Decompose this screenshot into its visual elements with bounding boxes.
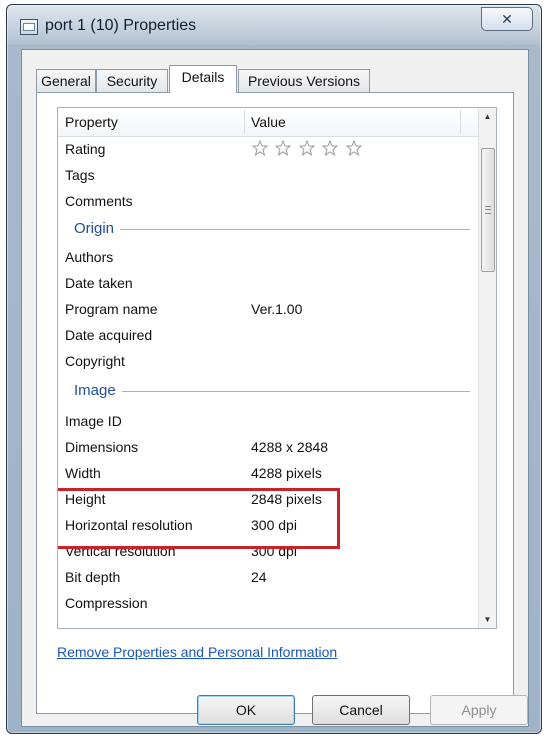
scroll-up-arrow-icon[interactable]: ▲ — [479, 108, 496, 125]
property-name: Width — [65, 465, 101, 481]
star-icon[interactable] — [275, 140, 292, 156]
property-name: Rating — [65, 141, 106, 157]
tab-details[interactable]: Details — [169, 65, 237, 93]
list-row[interactable]: Copyright — [58, 348, 478, 374]
list-row[interactable]: Comments — [58, 188, 478, 214]
scrollbar-thumb[interactable] — [481, 148, 495, 272]
vertical-scrollbar[interactable]: ▲ ▼ — [478, 108, 496, 628]
resolution-highlight-box — [58, 488, 340, 549]
close-button[interactable]: ✕ — [481, 7, 533, 31]
property-name: Tags — [65, 167, 95, 183]
grip-icon — [485, 206, 491, 214]
cancel-button[interactable]: Cancel — [312, 695, 410, 725]
star-icon[interactable] — [252, 140, 268, 156]
list-row[interactable]: Image ID — [58, 408, 478, 434]
list-row[interactable]: Bit depth 24 — [58, 564, 478, 590]
tab-general[interactable]: General — [36, 69, 96, 92]
property-name: Date acquired — [65, 327, 153, 343]
details-panel: Property Value Rating Tags Comments Orig… — [36, 92, 514, 714]
list-header: Property Value — [58, 108, 478, 137]
column-divider[interactable] — [460, 110, 461, 134]
title-bar[interactable]: port 1 (10) Properties ✕ — [7, 5, 541, 45]
rating-stars[interactable] — [252, 140, 365, 161]
property-name: Dimensions — [65, 439, 139, 455]
group-divider — [74, 229, 470, 230]
list-row[interactable]: Date acquired — [58, 322, 478, 348]
list-row[interactable]: Date taken — [58, 270, 478, 296]
property-name: Comments — [65, 193, 133, 209]
property-value: 4288 x 2848 — [251, 439, 329, 455]
property-name: Image ID — [65, 413, 122, 429]
star-icon[interactable] — [345, 140, 362, 156]
group-label: Image — [74, 378, 122, 404]
list-row[interactable]: Tags — [58, 162, 478, 188]
column-divider[interactable] — [244, 110, 245, 134]
group-divider — [74, 391, 470, 392]
property-name: Bit depth — [65, 569, 121, 585]
list-row[interactable]: Authors — [58, 244, 478, 270]
group-label: Origin — [74, 216, 121, 242]
tab-previous-versions[interactable]: Previous Versions — [238, 69, 370, 92]
property-value: Ver.1.00 — [251, 301, 303, 317]
ok-button[interactable]: OK — [197, 695, 295, 725]
property-name: Copyright — [65, 353, 125, 369]
property-value: 24 — [251, 569, 267, 585]
dialog-client-area: General Security Details Previous Versio… — [21, 49, 529, 727]
star-icon[interactable] — [322, 140, 339, 156]
column-header-value[interactable]: Value — [251, 108, 286, 136]
list-row-rating[interactable]: Rating — [58, 136, 478, 162]
property-name: Program name — [65, 301, 158, 317]
list-row[interactable]: Program name Ver.1.00 — [58, 296, 478, 322]
group-header-origin: Origin — [58, 216, 478, 242]
property-value: 4288 pixels — [251, 465, 322, 481]
file-icon — [20, 19, 38, 35]
apply-button[interactable]: Apply — [430, 695, 528, 725]
property-name: Date taken — [65, 275, 133, 291]
property-list: Property Value Rating Tags Comments Orig… — [57, 107, 497, 629]
list-row[interactable]: Dimensions 4288 x 2848 — [58, 434, 478, 460]
window-title: port 1 (10) Properties — [45, 17, 197, 34]
group-header-image: Image — [58, 378, 478, 404]
tab-security[interactable]: Security — [96, 69, 168, 92]
column-header-property[interactable]: Property — [65, 108, 118, 136]
scroll-down-arrow-icon[interactable]: ▼ — [479, 611, 496, 628]
properties-window: port 1 (10) Properties ✕ General Securit… — [6, 4, 542, 734]
list-row[interactable]: Compression — [58, 590, 478, 616]
remove-properties-link[interactable]: Remove Properties and Personal Informati… — [57, 644, 337, 660]
property-name: Compression — [65, 595, 148, 611]
list-row[interactable]: Width 4288 pixels — [58, 460, 478, 486]
property-name: Authors — [65, 249, 114, 265]
star-icon[interactable] — [298, 140, 315, 156]
